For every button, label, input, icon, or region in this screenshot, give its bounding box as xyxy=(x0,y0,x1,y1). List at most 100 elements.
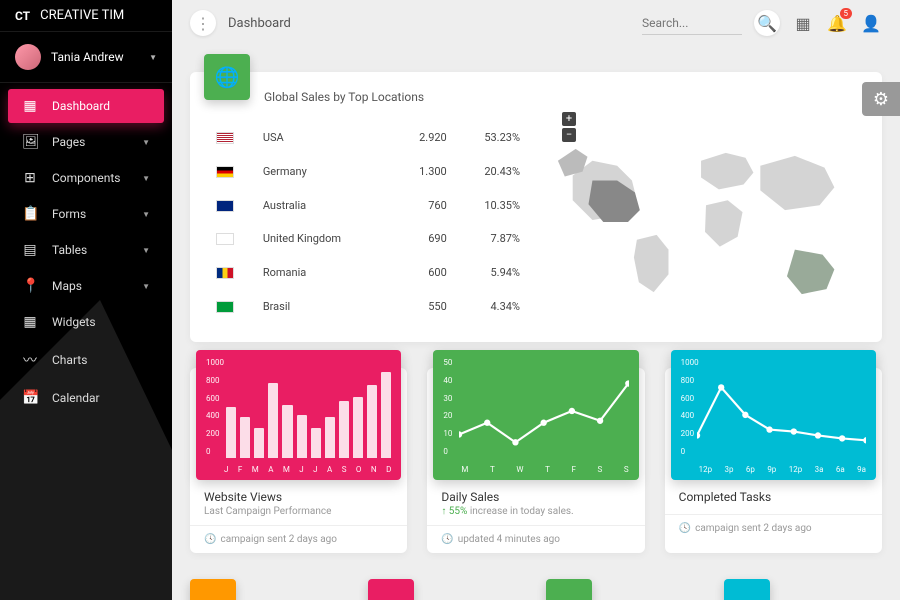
flag-icon xyxy=(216,233,234,245)
table-row: Germany1.30020.43% xyxy=(210,156,526,188)
country-cell: United Kingdom xyxy=(257,223,392,255)
y-tick: 50 xyxy=(443,358,452,367)
flag-icon xyxy=(216,301,234,313)
y-tick: 0 xyxy=(443,447,452,456)
sidebar-item-label: Forms xyxy=(52,207,86,221)
sidebar-item-label: Calendar xyxy=(52,391,100,405)
menu-button[interactable]: ⋮ xyxy=(190,10,216,36)
value-cell: 2.920 xyxy=(394,122,453,154)
x-tick: M xyxy=(252,465,259,474)
clock-icon: 🕓 xyxy=(441,534,453,545)
chart-title: Website Views xyxy=(204,490,393,504)
sidebar-item-label: Dashboard xyxy=(52,99,110,113)
search-button[interactable]: 🔍 xyxy=(754,10,780,36)
chevron-down-icon: ▼ xyxy=(142,210,150,219)
value-cell: 600 xyxy=(394,257,453,289)
sidebar-item-pages[interactable]: 🖼Pages▼ xyxy=(8,125,164,159)
line-chart xyxy=(697,360,866,458)
value-cell: 550 xyxy=(394,290,453,322)
user-menu[interactable]: Tania Andrew ▼ xyxy=(0,32,172,83)
components-icon: ⊞ xyxy=(22,170,38,186)
brand-short: CT xyxy=(15,9,30,23)
y-tick: 1000 xyxy=(206,358,224,367)
value-cell: 760 xyxy=(394,189,453,221)
sidebar-item-calendar[interactable]: 📅 Calendar xyxy=(8,381,164,415)
pct-cell: 7.87% xyxy=(455,223,526,255)
sidebar-item-tables[interactable]: ▤Tables▼ xyxy=(8,233,164,267)
country-cell: Brasil xyxy=(257,290,392,322)
brand-full: CREATIVE TIM xyxy=(40,8,124,23)
chevron-down-icon: ▼ xyxy=(142,138,150,147)
tables-icon: ▤ xyxy=(22,242,38,258)
chart-card-website-views: 10008006004002000JFMAMJJASONDWebsite Vie… xyxy=(190,368,407,553)
chart-card-completed-tasks: 1000800600400200012p3p6p9p12p3a6a9aCompl… xyxy=(665,368,882,553)
country-cell: Germany xyxy=(257,156,392,188)
chart-subtitle: Last Campaign Performance xyxy=(204,506,393,517)
sales-table: USA2.92053.23%Germany1.30020.43%Australi… xyxy=(208,120,528,324)
notifications-button[interactable]: 🔔 5 xyxy=(826,12,848,34)
bar xyxy=(353,397,363,458)
chart-footer-text: campaign sent 2 days ago xyxy=(695,523,812,534)
y-tick: 40 xyxy=(443,376,452,385)
brand[interactable]: CT CREATIVE TIM xyxy=(0,0,172,32)
x-tick: W xyxy=(516,465,523,474)
bar xyxy=(226,407,236,458)
sidebar-item-charts[interactable]: 〰Charts xyxy=(8,341,164,379)
x-tick: S xyxy=(598,465,603,474)
y-tick: 200 xyxy=(206,429,224,438)
bar xyxy=(240,417,250,458)
global-sales-card: 🌐 Global Sales by Top Locations USA2.920… xyxy=(190,72,882,342)
x-tick: M xyxy=(461,465,468,474)
country-cell: Australia xyxy=(257,189,392,221)
user-name: Tania Andrew xyxy=(51,50,124,64)
sidebar-item-dashboard[interactable]: ▦Dashboard xyxy=(8,89,164,123)
table-row: Romania6005.94% xyxy=(210,257,526,289)
topbar: ⋮ Dashboard 🔍 ▦ 🔔 5 👤 xyxy=(172,0,900,46)
chart-footer-text: campaign sent 2 days ago xyxy=(220,534,337,545)
x-tick: 3p xyxy=(725,465,734,474)
world-map[interactable]: + − xyxy=(548,120,864,324)
account-button[interactable]: 👤 xyxy=(860,12,882,34)
sidebar-item-forms[interactable]: 📋Forms▼ xyxy=(8,197,164,231)
x-tick: 9a xyxy=(857,465,866,474)
bar xyxy=(282,405,292,458)
clock-icon: 🕓 xyxy=(204,534,216,545)
stat-icon-cyan xyxy=(724,579,770,600)
main: ⋮ Dashboard 🔍 ▦ 🔔 5 👤 🌐 Global Sales by … xyxy=(172,0,900,600)
y-tick: 0 xyxy=(206,447,224,456)
chevron-down-icon: ▼ xyxy=(142,282,150,291)
pages-icon: 🖼 xyxy=(22,134,38,150)
x-tick: 12p xyxy=(699,465,712,474)
settings-button[interactable]: ⚙ xyxy=(862,82,900,116)
x-tick: 3a xyxy=(815,465,824,474)
bar xyxy=(339,401,349,458)
sidebar-item-widgets[interactable]: ▦Widgets xyxy=(8,305,164,339)
sidebar-item-label: Charts xyxy=(52,353,87,367)
sidebar-item-components[interactable]: ⊞Components▼ xyxy=(8,161,164,195)
search-input[interactable] xyxy=(642,12,742,35)
dashboard-icon-button[interactable]: ▦ xyxy=(792,12,814,34)
x-tick: J xyxy=(299,465,303,474)
bar xyxy=(381,372,391,458)
map-svg xyxy=(548,120,864,320)
bar xyxy=(367,385,377,458)
x-tick: 9p xyxy=(767,465,776,474)
bar xyxy=(325,417,335,458)
table-row: United Kingdom6907.87% xyxy=(210,223,526,255)
bar xyxy=(311,428,321,458)
x-tick: M xyxy=(283,465,290,474)
pct-cell: 5.94% xyxy=(455,257,526,289)
x-tick: F xyxy=(238,465,242,474)
gear-icon: ⚙ xyxy=(873,89,889,110)
flag-icon xyxy=(216,132,234,144)
stat-icon-pink xyxy=(368,579,414,600)
calendar-icon: 📅 xyxy=(22,390,38,406)
value-cell: 690 xyxy=(394,223,453,255)
sidebar-item-label: Widgets xyxy=(52,315,96,329)
zoom-in-button[interactable]: + xyxy=(562,112,576,126)
chart-title: Daily Sales xyxy=(441,490,630,504)
chart-visual: 10008006004002000JFMAMJJASOND xyxy=(196,350,401,480)
zoom-out-button[interactable]: − xyxy=(562,128,576,142)
pct-cell: 10.35% xyxy=(455,189,526,221)
sidebar-item-maps[interactable]: 📍Maps▼ xyxy=(8,269,164,303)
